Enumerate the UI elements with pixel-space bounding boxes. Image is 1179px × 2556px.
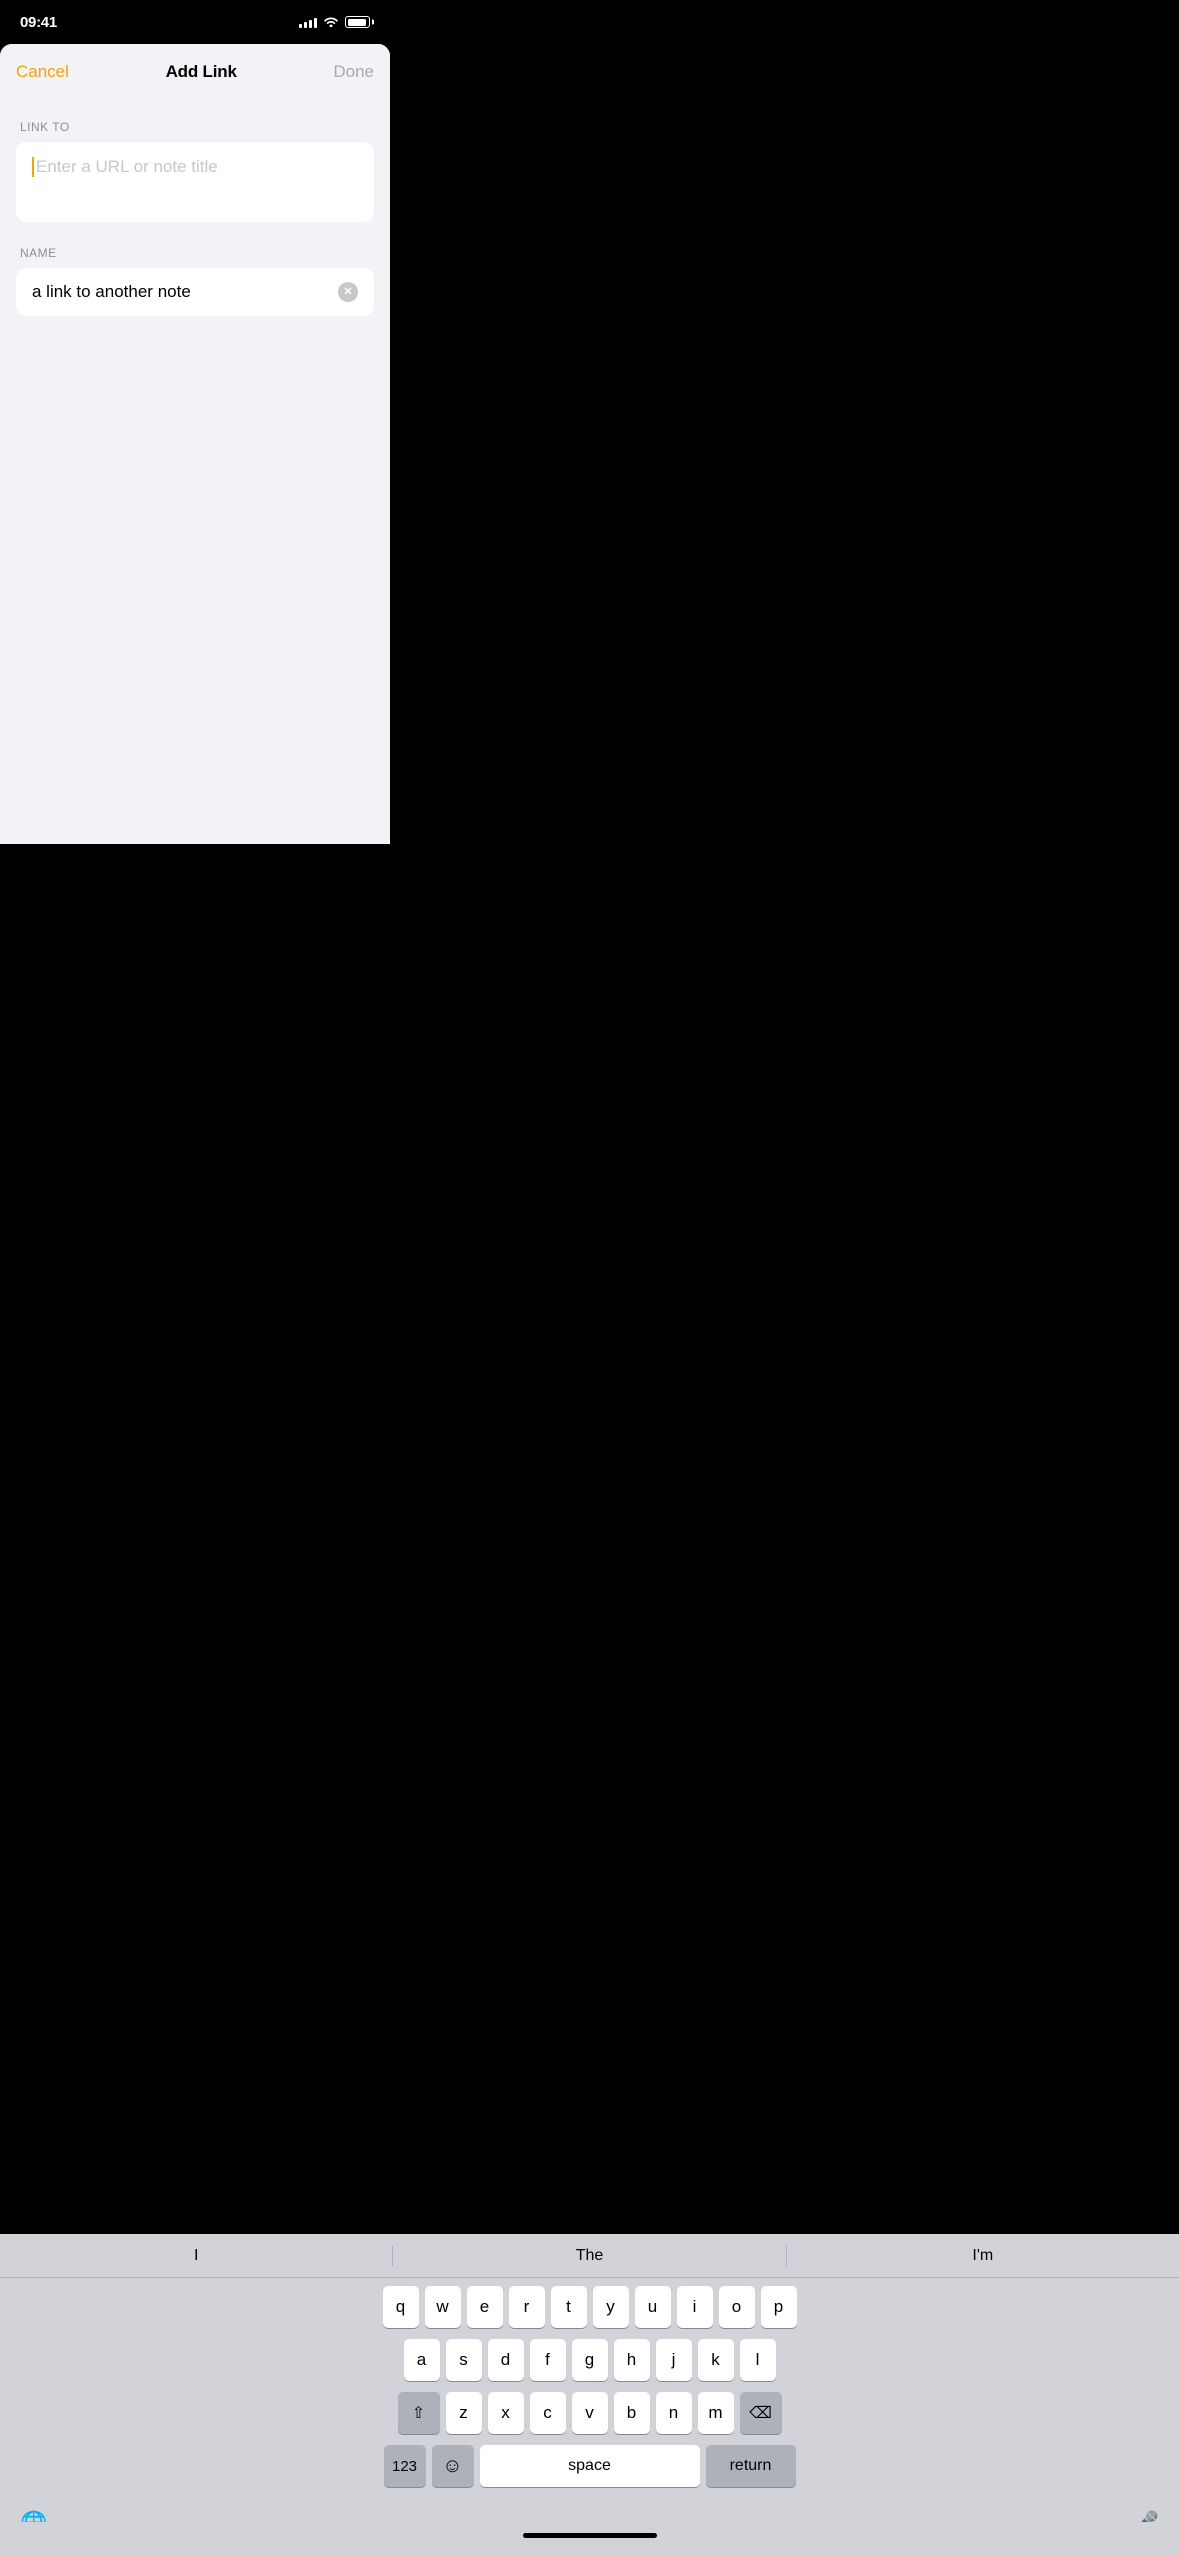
key-b[interactable]: b bbox=[614, 2392, 650, 2434]
battery-icon bbox=[345, 16, 370, 28]
numbers-key[interactable]: 123 bbox=[384, 2445, 426, 2487]
key-row-4: 123 ☺ space return bbox=[3, 2445, 1176, 2487]
cursor bbox=[32, 157, 34, 177]
return-key[interactable]: return bbox=[706, 2445, 796, 2487]
key-l[interactable]: l bbox=[740, 2339, 776, 2381]
delete-key[interactable]: ⌫ bbox=[740, 2392, 782, 2434]
keyboard: I The I'm q w e r t y u i o p a s d f g … bbox=[0, 2234, 1179, 2556]
key-k[interactable]: k bbox=[698, 2339, 734, 2381]
emoji-key[interactable]: ☺ bbox=[432, 2445, 474, 2487]
clear-icon: ✕ bbox=[343, 287, 352, 298]
key-e[interactable]: e bbox=[467, 2286, 503, 2328]
key-g[interactable]: g bbox=[572, 2339, 608, 2381]
emoji-icon: ☺ bbox=[442, 2455, 462, 2478]
keyboard-keys: q w e r t y u i o p a s d f g h j k l ⇧ bbox=[0, 2278, 1179, 2502]
name-value: a link to another note bbox=[32, 282, 191, 302]
form-content: LINK TO Enter a URL or note title NAME a… bbox=[0, 100, 390, 316]
cancel-button[interactable]: Cancel bbox=[16, 54, 69, 90]
home-indicator bbox=[523, 2533, 657, 2538]
url-placeholder: Enter a URL or note title bbox=[36, 156, 218, 178]
key-i[interactable]: i bbox=[677, 2286, 713, 2328]
numbers-label: 123 bbox=[392, 2458, 417, 2475]
clear-button[interactable]: ✕ bbox=[338, 282, 358, 302]
key-row-1: q w e r t y u i o p bbox=[3, 2286, 1176, 2328]
name-label: NAME bbox=[16, 246, 374, 260]
status-bar: 09:41 bbox=[0, 0, 390, 44]
key-c[interactable]: c bbox=[530, 2392, 566, 2434]
key-t[interactable]: t bbox=[551, 2286, 587, 2328]
key-n[interactable]: n bbox=[656, 2392, 692, 2434]
key-q[interactable]: q bbox=[383, 2286, 419, 2328]
key-z[interactable]: z bbox=[446, 2392, 482, 2434]
key-row-3: ⇧ z x c v b n m ⌫ bbox=[3, 2392, 1176, 2434]
key-u[interactable]: u bbox=[635, 2286, 671, 2328]
key-h[interactable]: h bbox=[614, 2339, 650, 2381]
key-x[interactable]: x bbox=[488, 2392, 524, 2434]
sheet: Cancel Add Link Done LINK TO Enter a URL… bbox=[0, 44, 390, 844]
status-icons bbox=[299, 15, 370, 30]
bottom-bar: 🌐 🎤 bbox=[0, 2502, 1179, 2556]
autocomplete-bar: I The I'm bbox=[0, 2234, 1179, 2278]
key-s[interactable]: s bbox=[446, 2339, 482, 2381]
key-a[interactable]: a bbox=[404, 2339, 440, 2381]
wifi-icon bbox=[323, 15, 339, 30]
key-y[interactable]: y bbox=[593, 2286, 629, 2328]
shift-icon: ⇧ bbox=[412, 2403, 425, 2423]
space-key[interactable]: space bbox=[480, 2445, 700, 2487]
key-m[interactable]: m bbox=[698, 2392, 734, 2434]
shift-key[interactable]: ⇧ bbox=[398, 2392, 440, 2434]
space-label: space bbox=[568, 2457, 611, 2475]
autocomplete-word-3[interactable]: I'm bbox=[787, 2239, 1179, 2273]
return-label: return bbox=[730, 2457, 772, 2475]
nav-bar: Cancel Add Link Done bbox=[0, 44, 390, 100]
key-f[interactable]: f bbox=[530, 2339, 566, 2381]
delete-icon: ⌫ bbox=[749, 2403, 772, 2423]
done-button[interactable]: Done bbox=[333, 54, 374, 90]
key-r[interactable]: r bbox=[509, 2286, 545, 2328]
link-to-label: LINK TO bbox=[16, 120, 374, 134]
key-row-2: a s d f g h j k l bbox=[3, 2339, 1176, 2381]
signal-icon bbox=[299, 16, 317, 28]
name-input-container[interactable]: a link to another note ✕ bbox=[16, 268, 374, 316]
key-d[interactable]: d bbox=[488, 2339, 524, 2381]
key-j[interactable]: j bbox=[656, 2339, 692, 2381]
home-indicator-area bbox=[0, 2522, 1179, 2556]
dialog-title: Add Link bbox=[166, 62, 237, 82]
autocomplete-word-2[interactable]: The bbox=[393, 2239, 785, 2273]
url-input-container[interactable]: Enter a URL or note title bbox=[16, 142, 374, 222]
key-o[interactable]: o bbox=[719, 2286, 755, 2328]
autocomplete-word-1[interactable]: I bbox=[0, 2239, 392, 2273]
status-time: 09:41 bbox=[20, 14, 57, 31]
key-w[interactable]: w bbox=[425, 2286, 461, 2328]
key-p[interactable]: p bbox=[761, 2286, 797, 2328]
key-v[interactable]: v bbox=[572, 2392, 608, 2434]
